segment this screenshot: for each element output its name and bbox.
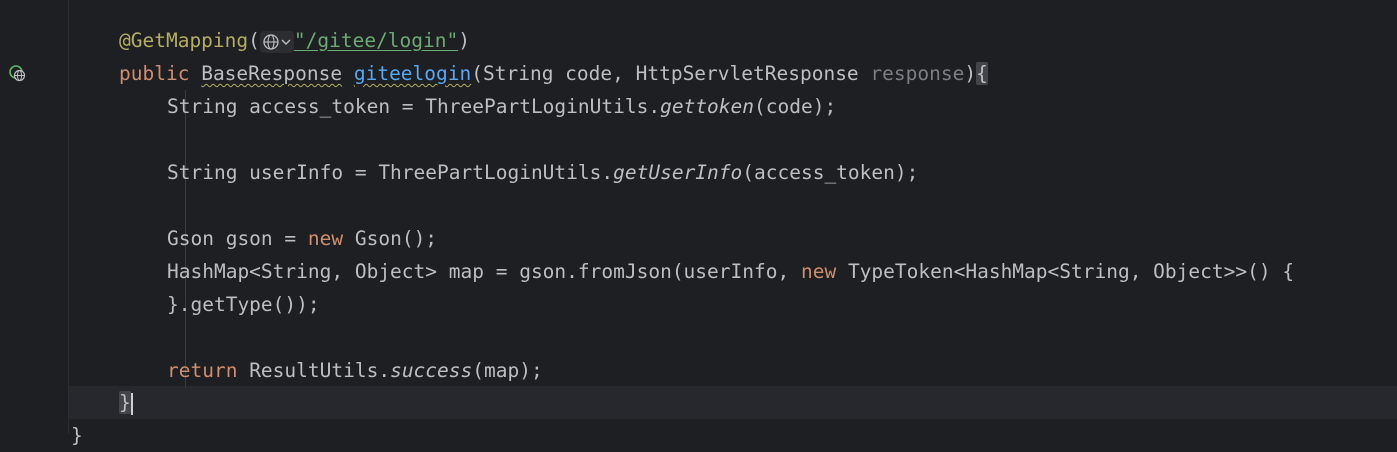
annotation-getmapping[interactable]: @GetMapping (119, 29, 248, 52)
code-line-13[interactable]: } (71, 419, 83, 452)
code-line-2[interactable]: public BaseResponse giteelogin(String co… (119, 57, 988, 90)
call-success[interactable]: success (390, 359, 472, 382)
code-line-5[interactable]: String userInfo = ThreePartLoginUtils.ge… (167, 156, 918, 189)
text-caret (130, 392, 133, 415)
editor-gutter (0, 0, 68, 434)
web-endpoint-icon[interactable] (8, 64, 26, 82)
method-name-giteelogin[interactable]: giteelogin (354, 62, 471, 85)
stmt-suffix: (code); (754, 95, 837, 118)
code-line-12[interactable]: } (119, 386, 133, 419)
params-end: ) (964, 62, 977, 85)
call-gettoken[interactable]: gettoken (660, 95, 754, 118)
code-editor[interactable]: @GetMapping( "/gitee/login") public BaseR… (69, 0, 1397, 447)
code-line-3[interactable]: String access_token = ThreePartLoginUtil… (167, 90, 836, 123)
stmt-suffix: TypeToken<HashMap<String, Object>>() { (836, 260, 1295, 283)
stmt-prefix: HashMap<String, Object> map = gson.fromJ… (167, 260, 801, 283)
stmt-prefix: String access_token = ThreePartLoginUtil… (167, 95, 661, 118)
stmt-prefix: Gson gson = (167, 227, 308, 250)
stmt-suffix: (access_token); (742, 161, 919, 184)
keyword-new: new (800, 260, 837, 283)
stmt-suffix: (map); (472, 359, 543, 382)
stmt-text: }.getType()); (167, 293, 320, 316)
mapping-path-string[interactable]: "/gitee/login" (294, 29, 458, 52)
keyword-new: new (307, 227, 344, 250)
code-line-7[interactable]: Gson gson = new Gson(); (167, 222, 437, 255)
code-line-11[interactable]: return ResultUtils.success(map); (167, 354, 543, 387)
code-line-8[interactable]: HashMap<String, Object> map = gson.fromJ… (167, 255, 1294, 288)
call-getuserinfo[interactable]: getUserInfo (613, 161, 742, 184)
keyword-return: return (167, 359, 238, 382)
keyword-public: public (119, 62, 190, 85)
stmt-suffix: Gson(); (343, 227, 438, 250)
param-response[interactable]: response (870, 62, 964, 85)
params-start: (String code, HttpServletResponse (471, 62, 871, 85)
stmt-prefix: ResultUtils. (237, 359, 391, 382)
open-brace: { (976, 62, 988, 85)
close-brace-method: } (119, 391, 131, 414)
code-line-9[interactable]: }.getType()); (167, 288, 320, 321)
close-paren: ) (458, 29, 471, 52)
code-line-1[interactable]: @GetMapping( "/gitee/login") (119, 24, 470, 57)
type-baseresponse[interactable]: BaseResponse (201, 62, 342, 85)
close-brace-class: } (71, 424, 83, 447)
current-line-highlight (69, 386, 1397, 419)
stmt-prefix: String userInfo = ThreePartLoginUtils. (167, 161, 614, 184)
open-paren: ( (248, 29, 260, 52)
globe-dropdown-icon[interactable] (259, 30, 294, 53)
